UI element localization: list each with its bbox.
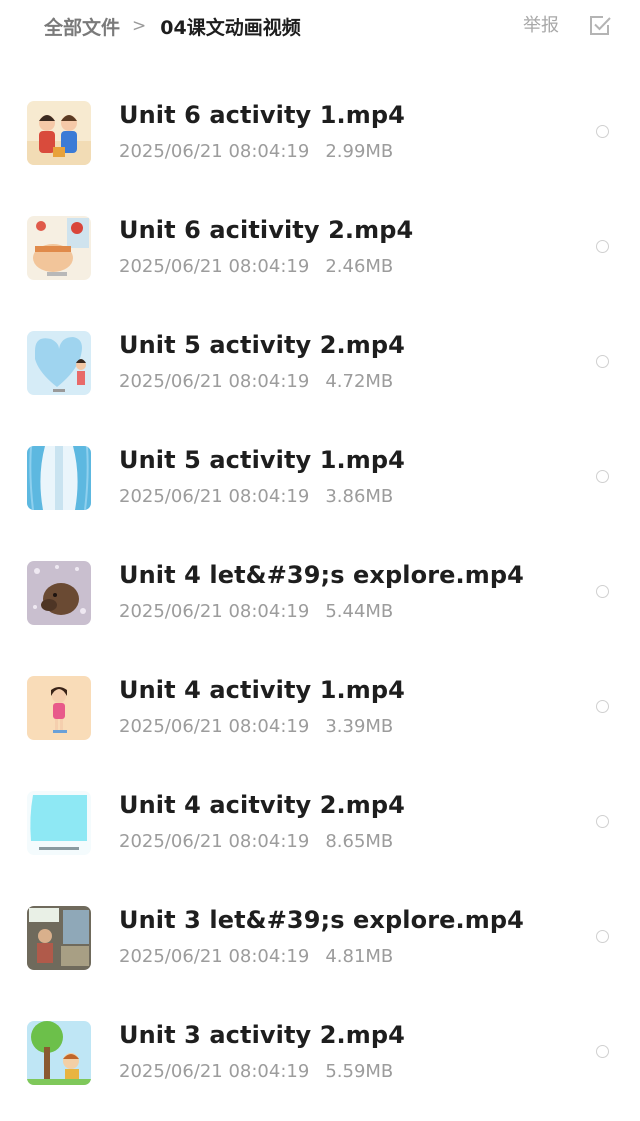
file-size: 8.65MB [325, 831, 394, 852]
select-radio[interactable] [596, 470, 609, 483]
select-radio[interactable] [596, 355, 609, 368]
file-list-item[interactable]: Unit 6 activity 1.mp4 2025/06/21 08:04:1… [0, 101, 640, 201]
file-size: 5.44MB [325, 601, 394, 622]
select-radio[interactable] [596, 815, 609, 828]
file-name: Unit 5 activity 1.mp4 [119, 446, 405, 474]
file-size: 2.46MB [325, 256, 394, 277]
select-radio[interactable] [596, 585, 609, 598]
file-date: 2025/06/21 08:04:19 [119, 1061, 310, 1082]
video-thumbnail-tree-scene [27, 1021, 91, 1085]
file-list-item[interactable]: Unit 6 acitivity 2.mp4 2025/06/21 08:04:… [0, 216, 640, 316]
file-size: 3.86MB [325, 486, 394, 507]
file-date: 2025/06/21 08:04:19 [119, 601, 310, 622]
file-size: 4.81MB [325, 946, 394, 967]
file-name: Unit 3 let&#39;s explore.mp4 [119, 906, 524, 934]
report-button[interactable]: 举报 [523, 13, 559, 39]
select-radio[interactable] [596, 700, 609, 713]
video-thumbnail-two-children [27, 101, 91, 165]
file-list-item[interactable]: Unit 4 let&#39;s explore.mp4 2025/06/21 … [0, 561, 640, 661]
file-date: 2025/06/21 08:04:19 [119, 256, 310, 277]
file-date: 2025/06/21 08:04:19 [119, 486, 310, 507]
select-radio[interactable] [596, 125, 609, 138]
file-list-item[interactable]: Unit 5 activity 2.mp4 2025/06/21 08:04:1… [0, 331, 640, 431]
file-meta: 2025/06/21 08:04:19 2.46MB [119, 256, 393, 277]
file-list-item[interactable]: Unit 4 acitvity 2.mp4 2025/06/21 08:04:1… [0, 791, 640, 891]
video-thumbnail-heart-frame [27, 331, 91, 395]
video-thumbnail-animal-photo [27, 561, 91, 625]
file-date: 2025/06/21 08:04:19 [119, 716, 310, 737]
file-meta: 2025/06/21 08:04:19 4.72MB [119, 371, 393, 392]
file-list-item[interactable]: Unit 4 activity 1.mp4 2025/06/21 08:04:1… [0, 676, 640, 776]
video-thumbnail-photo-collage [27, 906, 91, 970]
file-name: Unit 4 acitvity 2.mp4 [119, 791, 405, 819]
breadcrumb: 全部文件 > 04课文动画视频 [44, 12, 301, 40]
file-meta: 2025/06/21 08:04:19 2.99MB [119, 141, 393, 162]
file-meta: 2025/06/21 08:04:19 8.65MB [119, 831, 393, 852]
video-thumbnail-festival-scene [27, 216, 91, 280]
file-date: 2025/06/21 08:04:19 [119, 831, 310, 852]
file-list-item[interactable]: Unit 3 let&#39;s explore.mp4 2025/06/21 … [0, 906, 640, 1006]
file-meta: 2025/06/21 08:04:19 3.39MB [119, 716, 393, 737]
file-name: Unit 4 let&#39;s explore.mp4 [119, 561, 524, 589]
file-date: 2025/06/21 08:04:19 [119, 371, 310, 392]
file-meta: 2025/06/21 08:04:19 3.86MB [119, 486, 393, 507]
breadcrumb-separator: > [132, 16, 147, 36]
file-name: Unit 4 activity 1.mp4 [119, 676, 405, 704]
video-thumbnail-curtains [27, 446, 91, 510]
select-radio[interactable] [596, 240, 609, 253]
file-meta: 2025/06/21 08:04:19 4.81MB [119, 946, 393, 967]
header-bar: 全部文件 > 04课文动画视频 举报 [0, 0, 640, 56]
file-size: 2.99MB [325, 141, 394, 162]
select-radio[interactable] [596, 1045, 609, 1058]
file-name: Unit 6 acitivity 2.mp4 [119, 216, 414, 244]
checkbox-select-icon[interactable] [587, 13, 613, 39]
file-size: 4.72MB [325, 371, 394, 392]
file-meta: 2025/06/21 08:04:19 5.59MB [119, 1061, 393, 1082]
file-name: Unit 3 activity 2.mp4 [119, 1021, 405, 1049]
select-radio[interactable] [596, 930, 609, 943]
file-size: 5.59MB [325, 1061, 394, 1082]
file-size: 3.39MB [325, 716, 394, 737]
file-date: 2025/06/21 08:04:19 [119, 141, 310, 162]
file-name: Unit 5 activity 2.mp4 [119, 331, 405, 359]
file-list-item[interactable]: Unit 5 activity 1.mp4 2025/06/21 08:04:1… [0, 446, 640, 546]
file-list-item[interactable]: Unit 3 activity 2.mp4 2025/06/21 08:04:1… [0, 1021, 640, 1121]
file-date: 2025/06/21 08:04:19 [119, 946, 310, 967]
video-thumbnail-girl [27, 676, 91, 740]
file-meta: 2025/06/21 08:04:19 5.44MB [119, 601, 393, 622]
breadcrumb-current-folder: 04课文动画视频 [160, 16, 301, 39]
file-name: Unit 6 activity 1.mp4 [119, 101, 405, 129]
video-thumbnail-cyan-card [27, 791, 91, 855]
breadcrumb-root-link[interactable]: 全部文件 [44, 13, 120, 40]
